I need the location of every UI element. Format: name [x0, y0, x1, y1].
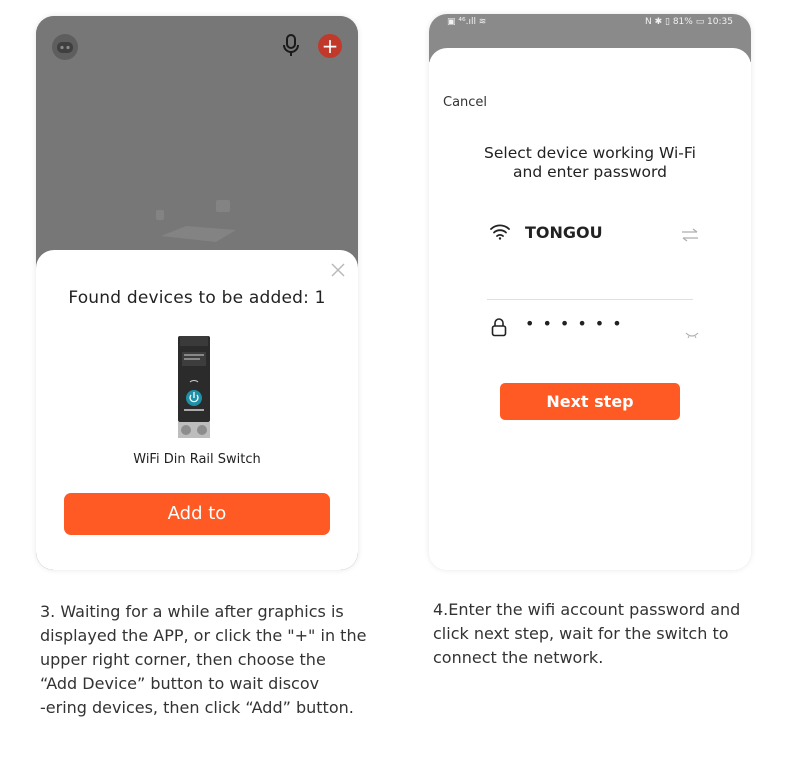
caption-line: displayed the APP, or click the "+" in t… — [40, 626, 367, 645]
eye-closed-icon[interactable] — [685, 324, 699, 339]
close-icon[interactable] — [330, 262, 346, 278]
din-rail-switch-image — [176, 336, 212, 438]
wifi-setup-title-line-1: Select device working Wi-Fi — [484, 144, 696, 162]
microphone-icon[interactable] — [281, 34, 301, 58]
found-devices-title: Found devices to be added: 1 — [68, 288, 326, 308]
wifi-icon — [490, 224, 510, 240]
cancel-button[interactable]: Cancel — [443, 95, 487, 110]
bot-avatar-icon[interactable] — [52, 34, 78, 60]
caption-line: “Add Device” button to wait discov — [40, 674, 320, 693]
right-phone-screen: ▣ ⁴⁶.ıll ≋ N ✱ ▯ 81% ▭ 10:35 Cancel Sele… — [429, 14, 751, 570]
switch-network-icon[interactable] — [681, 227, 699, 242]
found-devices-sheet: Found devices to be added: 1 WiFi Din Ra… — [36, 250, 358, 570]
status-bar-right: N ✱ ▯ 81% ▭ 10:35 — [645, 17, 733, 27]
wifi-setup-card: Cancel Select device working Wi-Fi and e… — [429, 48, 751, 570]
caption-line: 4.Enter the wifi account password and — [433, 600, 741, 619]
step-4-caption: 4.Enter the wifi account password and cl… — [433, 598, 763, 670]
wifi-ssid-value: TONGOU — [525, 223, 603, 242]
password-input[interactable]: •••••• — [525, 314, 630, 333]
caption-line: 3. Waiting for a while after graphics is — [40, 602, 344, 621]
wifi-setup-title-line-2: and enter password — [513, 163, 667, 181]
step-3-caption: 3. Waiting for a while after graphics is… — [40, 600, 385, 720]
password-row[interactable]: •••••• — [487, 314, 699, 344]
status-bar-left: ▣ ⁴⁶.ıll ≋ — [447, 17, 487, 27]
caption-line: -ering devices, then click “Add” button. — [40, 698, 354, 717]
device-name-label: WiFi Din Rail Switch — [133, 452, 261, 467]
left-phone-screen: + Found devices to be added: 1 WiFi Din … — [36, 16, 358, 570]
wifi-ssid-row[interactable]: TONGOU — [487, 218, 698, 254]
lock-icon — [490, 317, 508, 337]
caption-line: click next step, wait for the switch to — [433, 624, 729, 643]
caption-line: connect the network. — [433, 648, 604, 667]
next-step-button[interactable]: Next step — [500, 383, 680, 420]
add-to-button[interactable]: Add to — [64, 493, 330, 535]
background-device-image — [156, 196, 246, 246]
field-divider — [487, 299, 693, 300]
caption-line: upper right corner, then choose the — [40, 650, 326, 669]
wifi-setup-title: Select device working Wi-Fi and enter pa… — [429, 144, 751, 182]
add-device-plus-button[interactable]: + — [318, 34, 342, 58]
